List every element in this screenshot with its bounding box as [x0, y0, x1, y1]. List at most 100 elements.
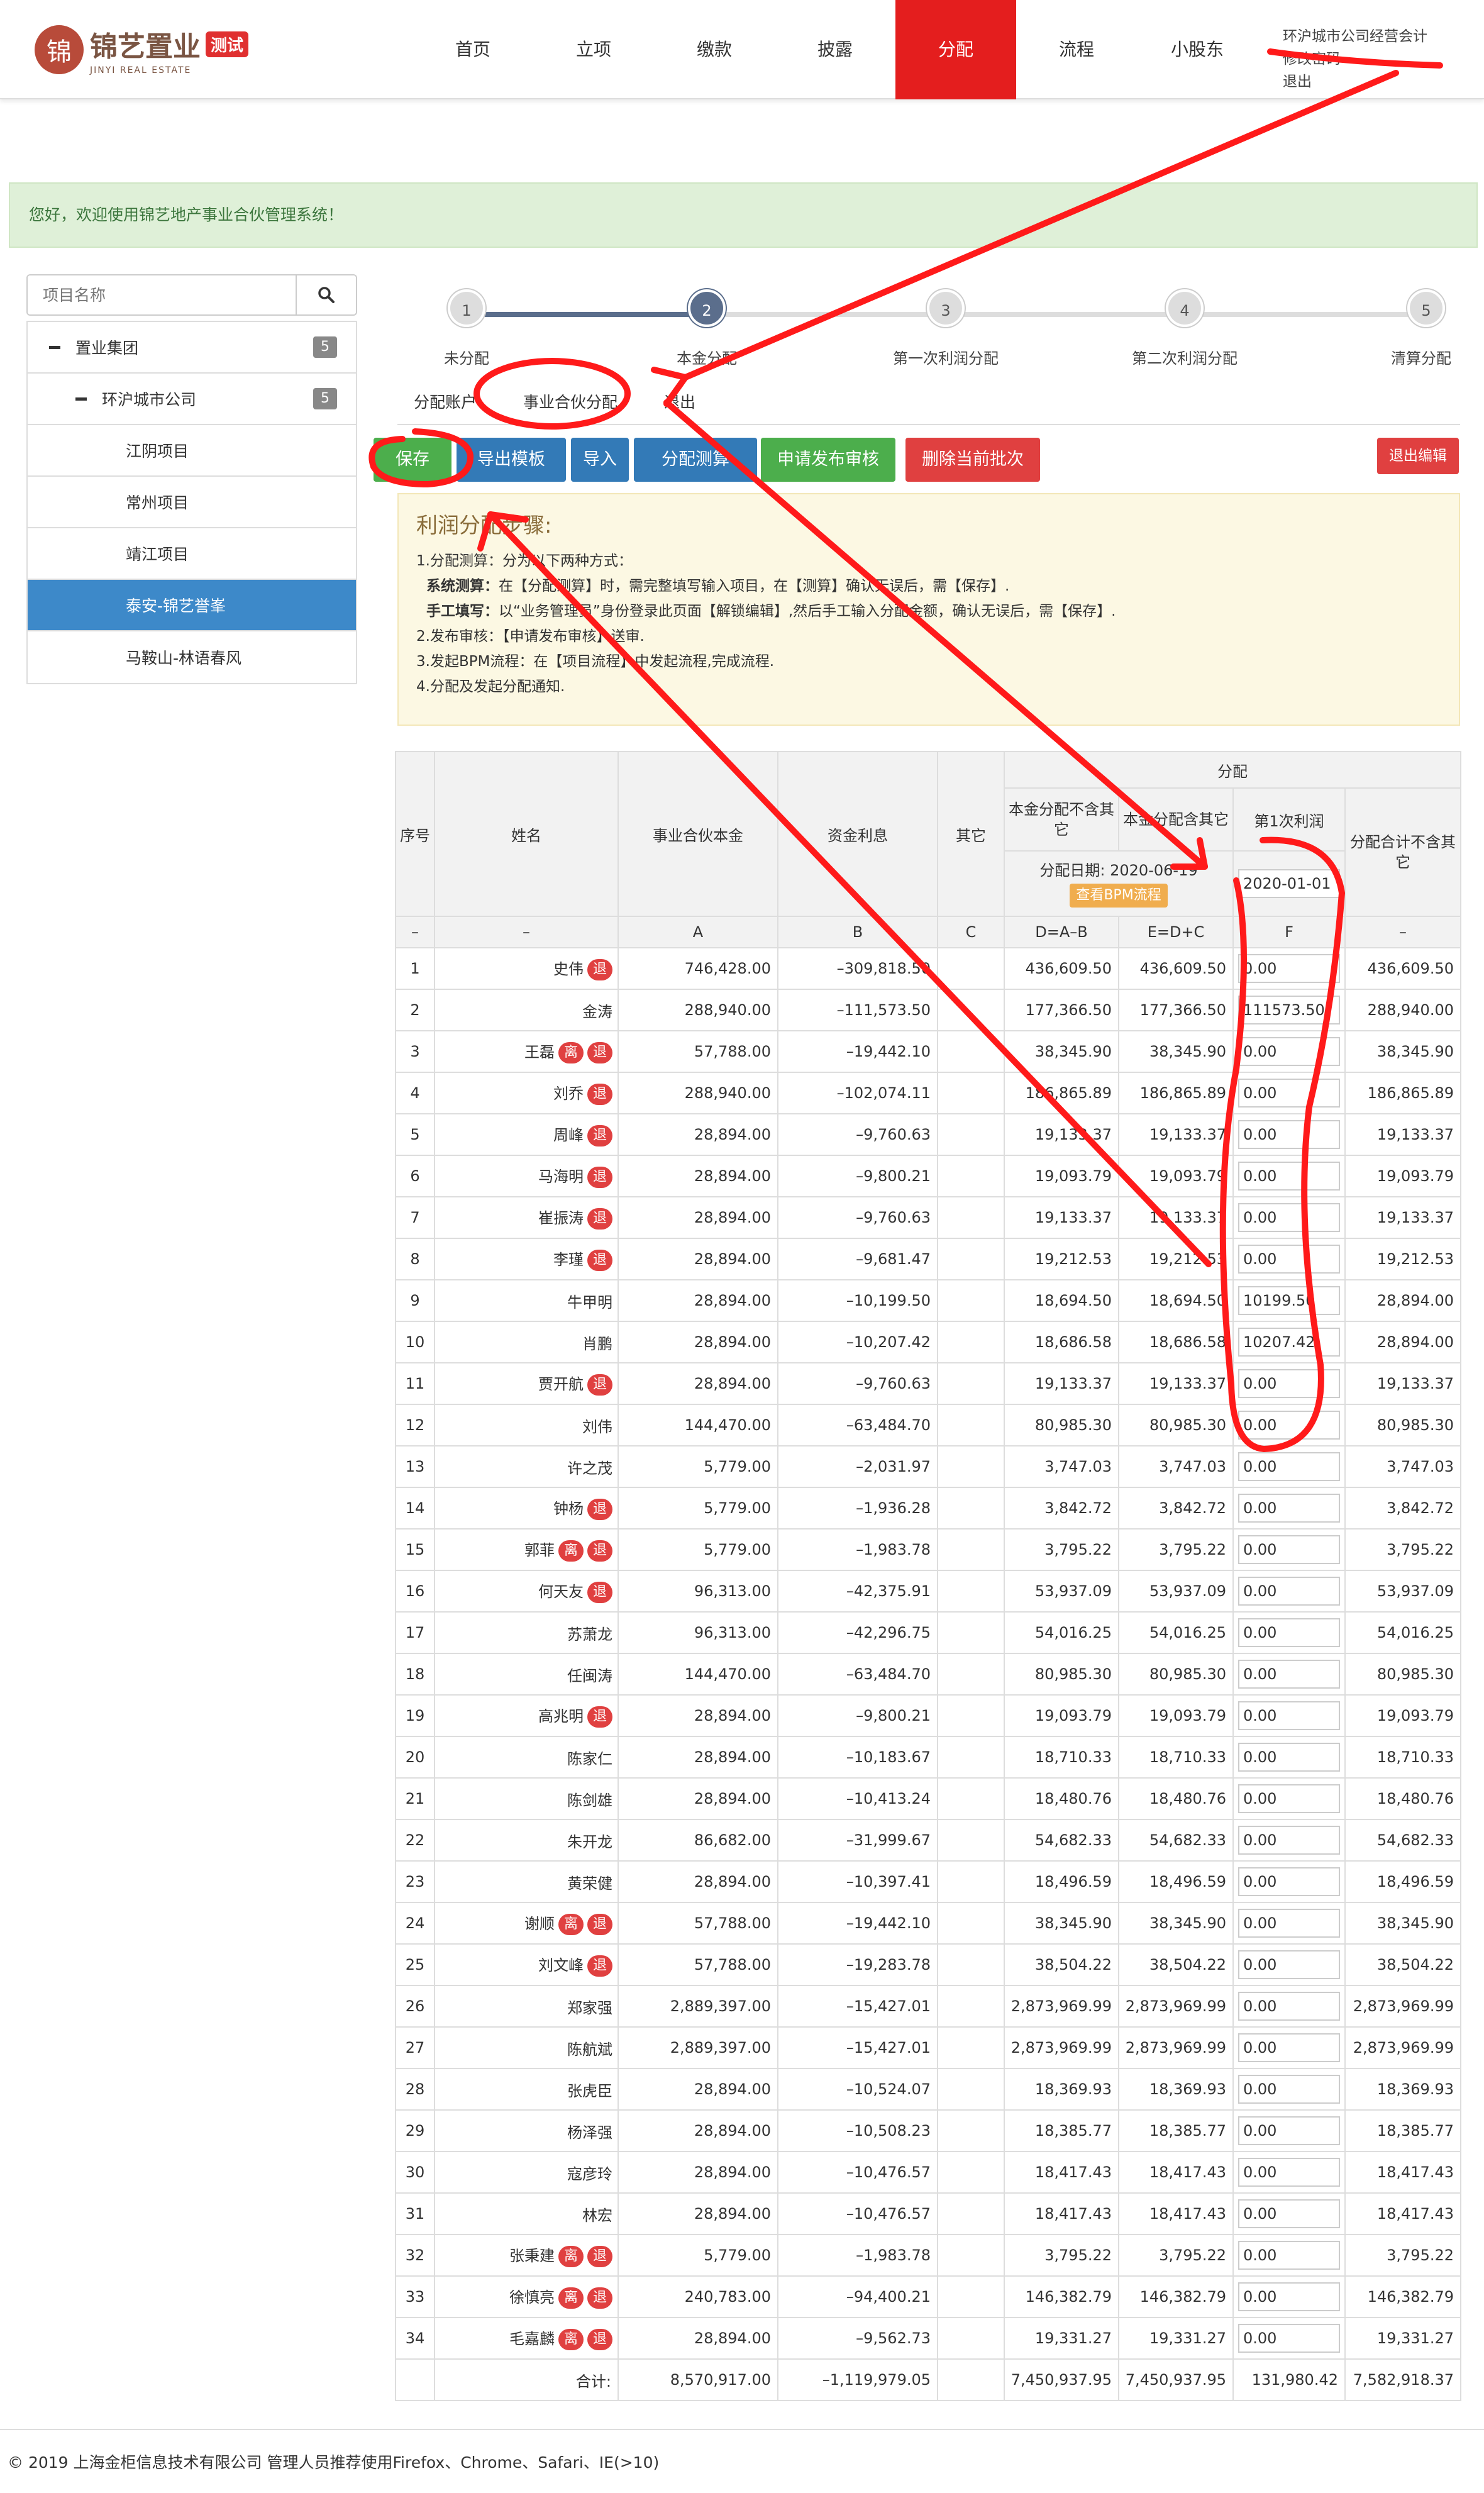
nav-minor-shareholder[interactable]: 小股东 — [1160, 0, 1235, 99]
first-profit-input[interactable] — [1238, 1079, 1340, 1108]
tab-distribution-account[interactable]: 分配账户 — [414, 390, 477, 413]
first-profit-input[interactable] — [1238, 1992, 1340, 2021]
search-button[interactable] — [296, 275, 356, 314]
user-role[interactable]: 环沪城市公司经营会计 — [1283, 25, 1427, 48]
first-profit-input[interactable] — [1238, 1120, 1340, 1149]
first-profit-input[interactable] — [1238, 996, 1340, 1024]
nav-project[interactable]: 立项 — [561, 0, 626, 99]
tree-node-maanshan[interactable]: 马鞍山-林语春风 — [28, 631, 356, 683]
search-icon — [318, 287, 335, 303]
step-4[interactable]: 4 — [1166, 289, 1204, 327]
first-profit-input[interactable] — [1238, 1494, 1340, 1523]
row-other — [937, 1777, 1005, 1820]
table-row: 10 肖鹏 28,894.00 –10,207.42 18,686.58 18,686.5… — [395, 1321, 1461, 1363]
brand-logo[interactable]: 锦 锦艺置业 测试 JINYI REAL ESTATE — [35, 24, 249, 75]
first-profit-input[interactable] — [1238, 1369, 1340, 1398]
first-profit-input[interactable] — [1238, 2075, 1340, 2104]
first-profit-input[interactable] — [1238, 2033, 1340, 2062]
nav-process[interactable]: 流程 — [1044, 0, 1109, 99]
step-1[interactable]: 1 — [448, 289, 485, 327]
first-profit-input[interactable] — [1238, 1701, 1340, 1730]
nav-distribution[interactable]: 分配 — [895, 0, 1016, 99]
first-profit-input[interactable] — [1238, 1037, 1340, 1066]
row-e-incl: 18,686.58 — [1118, 1321, 1234, 1363]
first-profit-input[interactable] — [1238, 1452, 1340, 1481]
first-profit-input[interactable] — [1238, 2282, 1340, 2311]
first-profit-input[interactable] — [1238, 1411, 1340, 1440]
first-profit-input[interactable] — [1238, 1245, 1340, 1274]
row-seq: 32 — [395, 2234, 435, 2277]
row-other — [937, 2109, 1005, 2152]
first-profit-input[interactable] — [1238, 1577, 1340, 1606]
row-interest: –9,760.63 — [777, 1362, 938, 1405]
first-profit-input[interactable] — [1238, 954, 1340, 983]
first-profit-input[interactable] — [1238, 1826, 1340, 1855]
tree-node-group[interactable]: 置业集团 5 — [28, 322, 356, 374]
first-profit-input[interactable] — [1238, 1286, 1340, 1315]
row-first-profit-cell — [1232, 2275, 1346, 2318]
collapse-icon[interactable] — [75, 397, 87, 401]
first-profit-input[interactable] — [1238, 2116, 1340, 2145]
row-total: 38,345.90 — [1344, 1902, 1461, 1945]
row-first-profit-cell — [1232, 1902, 1346, 1945]
tree-node-taian[interactable]: 泰安-锦艺誉峯 — [28, 580, 356, 631]
tree-node-jingjiang[interactable]: 靖江项目 — [28, 528, 356, 580]
row-other — [937, 1196, 1005, 1239]
first-profit-input[interactable] — [1238, 1535, 1340, 1564]
collapse-icon[interactable] — [49, 345, 60, 349]
first-profit-input[interactable] — [1238, 1867, 1340, 1896]
export-template-button[interactable]: 导出模板 — [457, 438, 566, 482]
first-profit-input[interactable] — [1238, 1784, 1340, 1813]
first-profit-input[interactable] — [1238, 1618, 1340, 1647]
first-profit-input[interactable] — [1238, 1660, 1340, 1689]
step-5[interactable]: 5 — [1407, 289, 1445, 327]
submit-review-button[interactable]: 申请发布审核 — [761, 438, 895, 482]
delete-batch-button[interactable]: 删除当前批次 — [905, 438, 1040, 482]
first-profit-input[interactable] — [1238, 2199, 1340, 2228]
tab-partner-distribution[interactable]: 事业合伙分配 — [523, 390, 617, 413]
row-seq: 13 — [395, 1445, 435, 1488]
step-3-label: 第一次利润分配 — [893, 350, 999, 367]
view-bpm-button[interactable]: 查看BPM流程 — [1070, 884, 1168, 908]
project-search — [26, 274, 357, 316]
row-d-excl: 19,133.37 — [1004, 1362, 1119, 1405]
row-name: 寇彦玲 — [567, 2165, 612, 2183]
save-button[interactable]: 保存 — [374, 438, 451, 482]
first-profit-input[interactable] — [1238, 2241, 1340, 2270]
row-e-incl: 38,345.90 — [1118, 1030, 1234, 1073]
first-profit-input[interactable] — [1238, 2324, 1340, 2353]
first-profit-input[interactable] — [1238, 2158, 1340, 2187]
row-other — [937, 1528, 1005, 1571]
row-d-excl: 18,417.43 — [1004, 2192, 1119, 2235]
change-password-link[interactable]: 修改密码 — [1283, 48, 1427, 70]
tree-node-changzhou[interactable]: 常州项目 — [28, 477, 356, 528]
first-profit-input[interactable] — [1238, 1203, 1340, 1232]
first-profit-input[interactable] — [1238, 1162, 1340, 1191]
project-search-input[interactable] — [28, 275, 296, 314]
first-profit-input[interactable] — [1238, 1950, 1340, 1979]
row-first-profit-cell — [1232, 1362, 1346, 1405]
profit-date-input[interactable] — [1238, 869, 1340, 898]
row-capital: 28,894.00 — [617, 2192, 778, 2235]
step-2[interactable]: 2 — [688, 289, 726, 327]
logout-link[interactable]: 退出 — [1283, 70, 1427, 93]
row-d-excl: 18,496.59 — [1004, 1860, 1119, 1903]
row-name-cell: 许之茂 — [434, 1445, 619, 1488]
tab-exit[interactable]: 退出 — [664, 390, 695, 413]
first-profit-input[interactable] — [1238, 1328, 1340, 1357]
nav-home[interactable]: 首页 — [440, 0, 506, 99]
first-profit-input[interactable] — [1238, 1743, 1340, 1772]
tree-node-jiangyin[interactable]: 江阴项目 — [28, 425, 356, 477]
row-capital: 288,940.00 — [617, 989, 778, 1031]
nav-disclosure[interactable]: 披露 — [802, 0, 868, 99]
exit-badge: 退 — [587, 1582, 612, 1603]
step-3[interactable]: 3 — [927, 289, 965, 327]
project-sidebar: 置业集团5 环沪城市公司5 江阴项目 常州项目 靖江项目 泰安-锦艺誉峯 马鞍山… — [26, 274, 357, 684]
exit-edit-button[interactable]: 退出编辑 — [1377, 438, 1459, 474]
tree-node-city-company[interactable]: 环沪城市公司 5 — [28, 374, 356, 425]
nav-payment[interactable]: 缴款 — [682, 0, 747, 99]
calc-button[interactable]: 分配测算 — [634, 438, 757, 482]
first-profit-input[interactable] — [1238, 1909, 1340, 1938]
import-button[interactable]: 导入 — [571, 438, 629, 482]
row-capital: 2,889,397.00 — [617, 1985, 778, 2028]
